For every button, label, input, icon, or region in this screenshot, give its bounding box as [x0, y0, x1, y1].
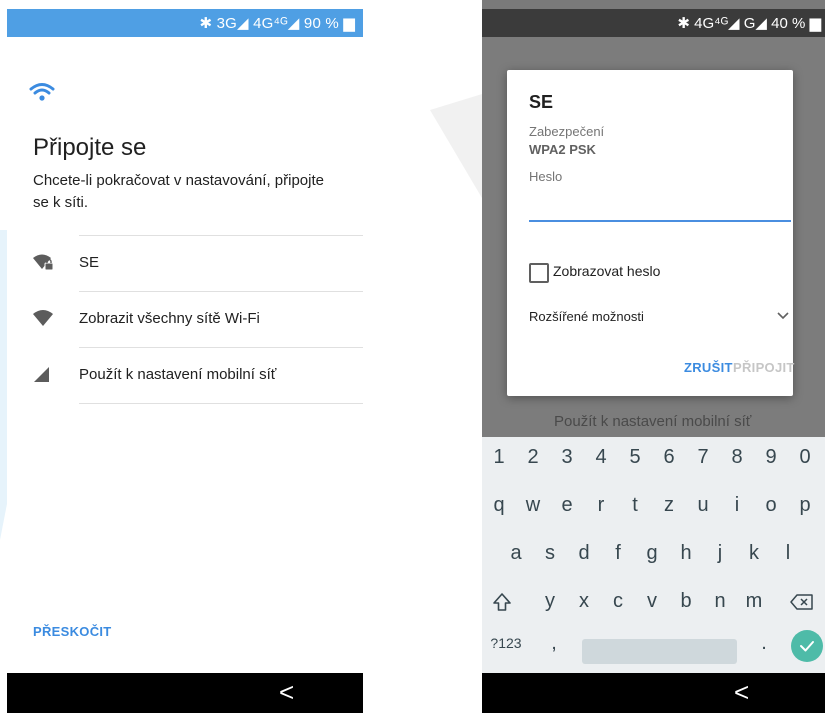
security-value: WPA2 PSK	[529, 142, 596, 157]
navigation-bar: <	[482, 673, 825, 713]
key-1[interactable]: 1	[482, 437, 516, 477]
wifi-locked-icon	[32, 253, 54, 276]
key-f[interactable]: f	[601, 533, 635, 573]
show-password-checkbox[interactable]	[529, 263, 549, 283]
back-button[interactable]: <	[734, 677, 749, 708]
back-button[interactable]: <	[279, 677, 294, 708]
network-option-label: SE	[79, 254, 100, 271]
divider	[79, 347, 363, 348]
key-a[interactable]: a	[499, 533, 533, 573]
status-bar: ✱ 4G⁴ᴳ◢ G◢ 40 % ▆	[482, 9, 825, 37]
connect-button[interactable]: PŘIPOJIT	[733, 360, 795, 375]
key-3[interactable]: 3	[550, 437, 584, 477]
key-i[interactable]: i	[720, 485, 754, 525]
key-e[interactable]: e	[550, 485, 584, 525]
key-o[interactable]: o	[754, 485, 788, 525]
key-l[interactable]: l	[771, 533, 805, 573]
key-n[interactable]: n	[703, 581, 737, 621]
cancel-button[interactable]: ZRUŠIT	[684, 360, 733, 375]
page-title: Připojte se	[33, 134, 147, 161]
key-4[interactable]: 4	[584, 437, 618, 477]
show-password-label[interactable]: Zobrazovat heslo	[553, 263, 660, 279]
key-w[interactable]: w	[516, 485, 550, 525]
number-row: 1 2 3 4 5 6 7 8 9 0	[482, 437, 825, 477]
wifi-icon	[32, 309, 54, 332]
use-mobile-network-option[interactable]: Použít k nastavení mobilní síť	[7, 347, 363, 403]
key-h[interactable]: h	[669, 533, 703, 573]
key-7[interactable]: 7	[686, 437, 720, 477]
key-m[interactable]: m	[737, 581, 771, 621]
shift-key[interactable]	[482, 581, 522, 621]
qwerty-row-1: q w e r t z u i o p	[482, 485, 825, 525]
key-x[interactable]: x	[567, 581, 601, 621]
period-key[interactable]: .	[752, 623, 776, 663]
bottom-row: ?123 , .	[482, 623, 825, 667]
key-g[interactable]: g	[635, 533, 669, 573]
checkmark-icon	[800, 641, 814, 652]
password-label: Heslo	[529, 169, 563, 184]
comma-key[interactable]: ,	[542, 623, 566, 663]
wifi-icon	[29, 82, 55, 107]
soft-keyboard: 1 2 3 4 5 6 7 8 9 0 q w e r t z u i o p …	[482, 437, 825, 673]
key-9[interactable]: 9	[754, 437, 788, 477]
key-5[interactable]: 5	[618, 437, 652, 477]
network-name: SE	[529, 92, 554, 112]
advanced-options-label[interactable]: Rozšířené možnosti	[529, 309, 644, 324]
key-s[interactable]: s	[533, 533, 567, 573]
key-u[interactable]: u	[686, 485, 720, 525]
key-r[interactable]: r	[584, 485, 618, 525]
key-q[interactable]: q	[482, 485, 516, 525]
status-text: ✱ 3G◢ 4G⁴ᴳ◢ 90 % ▆	[199, 15, 355, 32]
status-bar: ✱ 3G◢ 4G⁴ᴳ◢ 90 % ▆	[7, 9, 363, 37]
key-0[interactable]: 0	[788, 437, 822, 477]
divider	[79, 403, 363, 404]
divider	[79, 235, 363, 236]
key-v[interactable]: v	[635, 581, 669, 621]
key-t[interactable]: t	[618, 485, 652, 525]
wifi-password-dialog: SE Zabezpečení WPA2 PSK Heslo Zobrazovat…	[507, 70, 795, 396]
show-all-wifi-option[interactable]: Zobrazit všechny sítě Wi-Fi	[7, 291, 363, 347]
key-b[interactable]: b	[669, 581, 703, 621]
background-option-text: Použít k nastavení mobilní síť	[554, 413, 752, 430]
status-text: ✱ 4G⁴ᴳ◢ G◢ 40 % ▆	[677, 15, 821, 32]
key-2[interactable]: 2	[516, 437, 550, 477]
backspace-key[interactable]	[782, 581, 822, 621]
network-option-label: Zobrazit všechny sítě Wi-Fi	[79, 310, 260, 327]
key-p[interactable]: p	[788, 485, 822, 525]
key-d[interactable]: d	[567, 533, 601, 573]
navigation-bar: <	[7, 673, 363, 713]
key-6[interactable]: 6	[652, 437, 686, 477]
qwerty-row-2: a s d f g h j k l	[482, 533, 825, 573]
key-y[interactable]: y	[533, 581, 567, 621]
wifi-password-screen: ✱ 4G⁴ᴳ◢ G◢ 40 % ▆ Použít k nastavení mob…	[482, 0, 825, 713]
key-z[interactable]: z	[652, 485, 686, 525]
key-k[interactable]: k	[737, 533, 771, 573]
page-subtitle: Chcete-li pokračovat v nastavování, přip…	[33, 172, 324, 211]
space-bar[interactable]	[582, 639, 737, 664]
skip-button[interactable]: PŘESKOČIT	[33, 624, 112, 639]
divider	[79, 291, 363, 292]
setup-connect-screen: ✱ 3G◢ 4G⁴ᴳ◢ 90 % ▆ Připojte se Chcete-li…	[7, 0, 363, 713]
enter-key[interactable]	[791, 630, 823, 662]
network-option-label: Použít k nastavení mobilní síť	[79, 366, 277, 383]
symbols-key[interactable]: ?123	[482, 623, 530, 663]
chevron-down-icon[interactable]	[777, 308, 789, 326]
password-input[interactable]	[529, 196, 791, 222]
cellular-icon	[32, 365, 52, 388]
network-option-se[interactable]: SE	[7, 235, 363, 291]
key-j[interactable]: j	[703, 533, 737, 573]
key-c[interactable]: c	[601, 581, 635, 621]
key-8[interactable]: 8	[720, 437, 754, 477]
security-label: Zabezpečení	[529, 124, 605, 139]
qwerty-row-3: y x c v b n m	[482, 581, 825, 621]
